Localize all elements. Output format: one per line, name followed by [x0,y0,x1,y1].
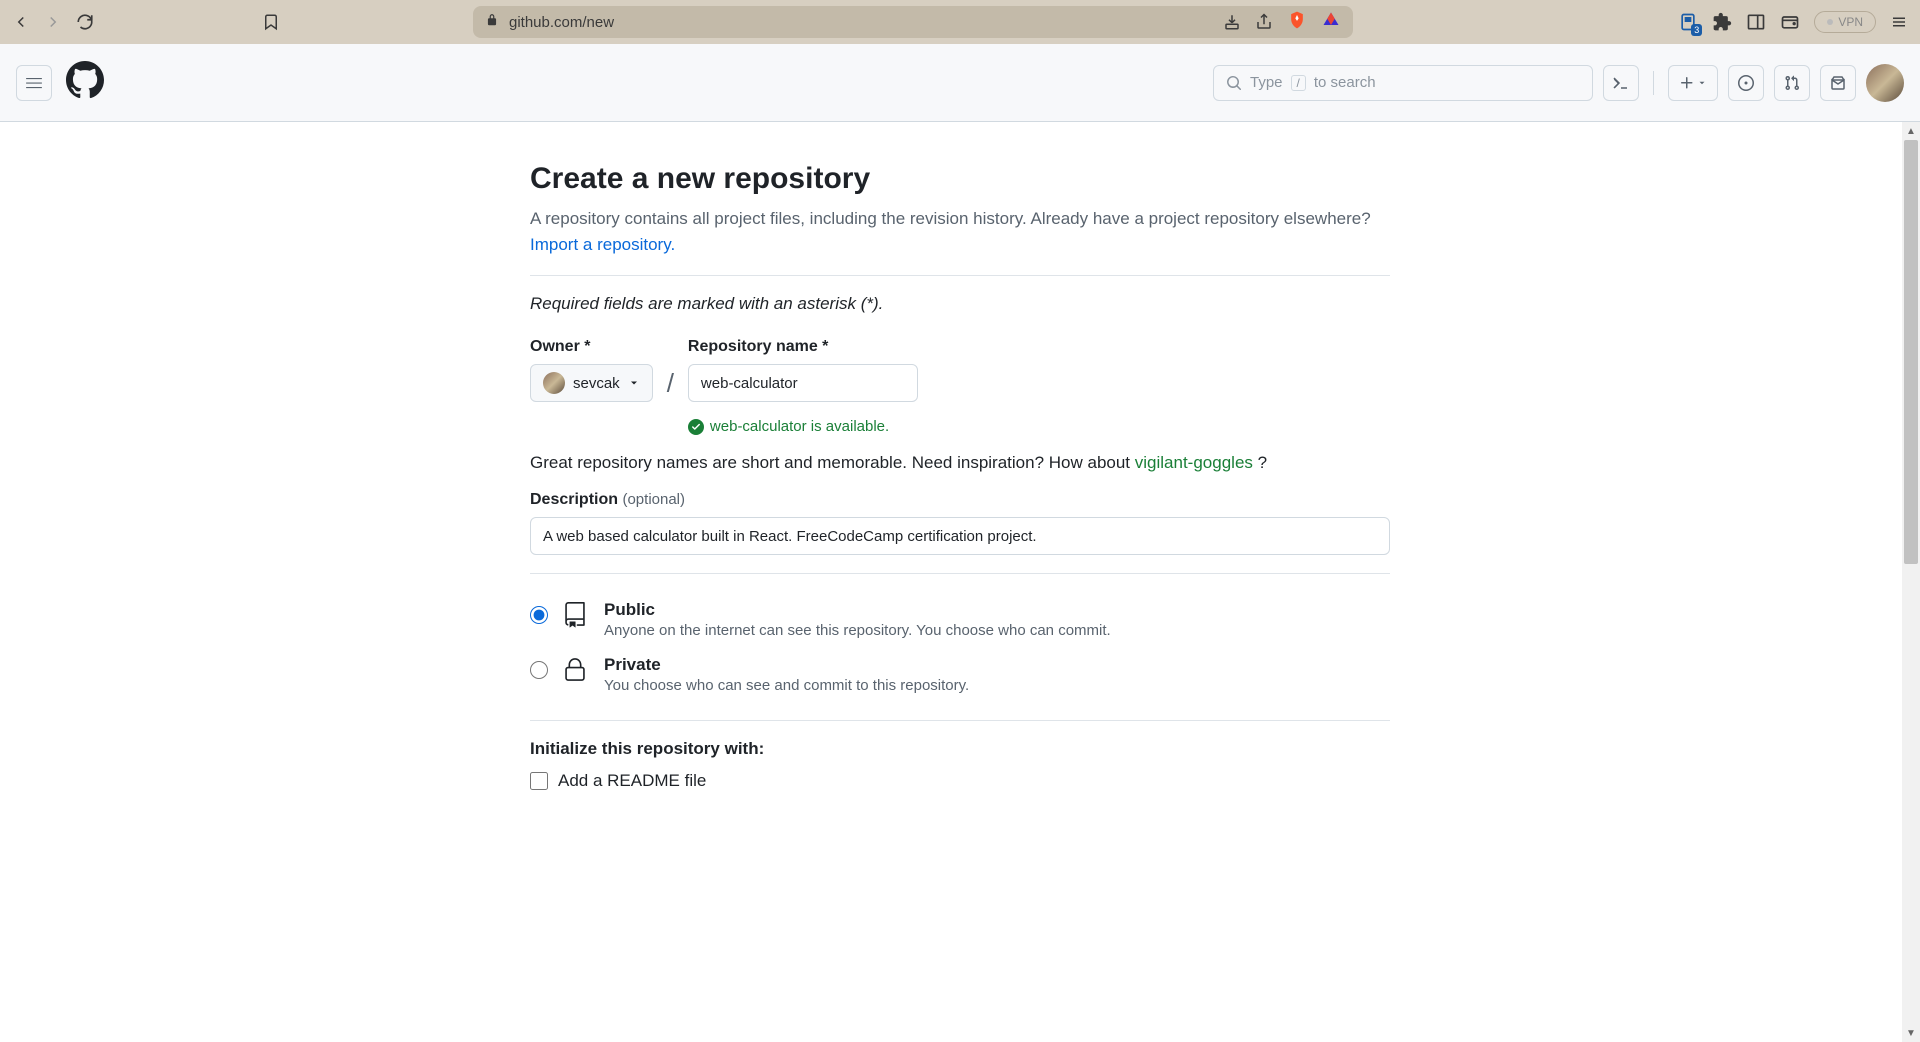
main-content-area: Create a new repository A repository con… [0,122,1920,964]
owner-select[interactable]: sevcak [530,364,653,402]
owner-name: sevcak [573,375,620,392]
readme-label: Add a README file [558,771,706,791]
inspiration-text: Great repository names are short and mem… [530,453,1390,473]
notifications-button[interactable] [1820,65,1856,101]
private-title: Private [604,655,1390,675]
private-radio-option[interactable]: Private You choose who can see and commi… [530,647,1390,702]
public-desc: Anyone on the internet can see this repo… [604,622,1390,639]
scroll-thumb[interactable] [1904,140,1918,564]
nav-controls [12,13,109,31]
required-fields-note: Required fields are marked with an aster… [530,294,1390,314]
menu-icon[interactable] [1890,13,1908,31]
initialize-title: Initialize this repository with: [530,739,1390,759]
scrollbar[interactable]: ▲ ▼ [1902,122,1920,1042]
readme-checkbox-option[interactable]: Add a README file [530,771,1390,791]
browser-toolbar: github.com/new 3 VPN [0,0,1920,44]
extension-badge: 3 [1691,24,1702,36]
back-icon[interactable] [12,13,30,31]
suggested-name-link[interactable]: vigilant-goggles [1135,453,1253,472]
sidebar-icon[interactable] [1746,12,1766,32]
url-bar[interactable]: github.com/new [473,6,1353,38]
forward-icon[interactable] [44,13,62,31]
import-repository-link[interactable]: Import a repository. [530,235,675,254]
create-new-button[interactable] [1668,65,1718,101]
availability-status: web-calculator is available. [688,418,918,435]
scroll-up-arrow[interactable]: ▲ [1902,122,1920,140]
owner-avatar [543,372,565,394]
readme-checkbox[interactable] [530,772,548,790]
vpn-badge[interactable]: VPN [1814,11,1876,33]
brave-shield-icon[interactable] [1287,10,1307,34]
check-circle-icon [688,419,704,435]
reload-icon[interactable] [76,13,94,31]
bookmark-icon[interactable] [262,13,280,31]
public-title: Public [604,600,1390,620]
issues-button[interactable] [1728,65,1764,101]
public-radio-option[interactable]: Public Anyone on the internet can see th… [530,592,1390,647]
slash-separator: / [667,368,674,399]
hamburger-menu-button[interactable] [16,65,52,101]
owner-label: Owner * [530,338,653,356]
puzzle-icon[interactable] [1712,12,1732,32]
repo-icon [562,602,590,633]
private-radio[interactable] [530,661,548,679]
share-icon[interactable] [1255,13,1273,31]
page-title: Create a new repository [530,162,1390,196]
github-header: Type / to search [0,44,1920,122]
description-input[interactable] [530,517,1390,555]
search-suffix: to search [1314,74,1376,91]
scroll-down-arrow[interactable]: ▼ [1902,1024,1920,1042]
chevron-down-icon [628,377,640,389]
pull-requests-button[interactable] [1774,65,1810,101]
command-palette-button[interactable] [1603,65,1639,101]
lock-icon [562,657,590,688]
description-label: Description (optional) [530,491,1390,509]
public-radio[interactable] [530,606,548,624]
search-prefix: Type [1250,74,1283,91]
search-slash: / [1291,75,1306,91]
repo-name-label: Repository name * [688,338,918,356]
download-icon[interactable] [1223,13,1241,31]
page-subtitle: A repository contains all project files,… [530,206,1390,257]
wallet-icon[interactable] [1780,12,1800,32]
extension-icon[interactable]: 3 [1678,12,1698,32]
browser-right-toolbar: 3 VPN [1678,11,1908,33]
search-input[interactable]: Type / to search [1213,65,1593,101]
github-logo[interactable] [66,61,104,104]
brave-rewards-icon[interactable] [1321,10,1341,34]
private-desc: You choose who can see and commit to thi… [604,677,1390,694]
lock-icon [485,13,499,31]
url-text: github.com/new [509,14,614,31]
user-avatar[interactable] [1866,64,1904,102]
repo-name-input[interactable] [688,364,918,402]
